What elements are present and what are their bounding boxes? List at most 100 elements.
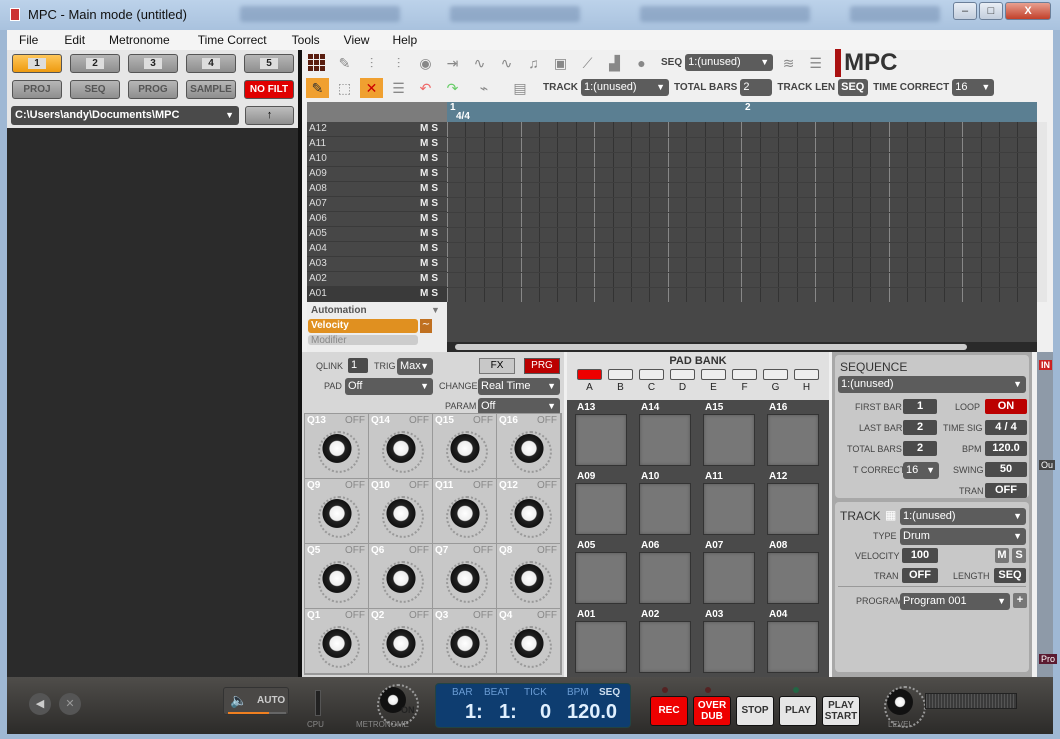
pad[interactable] <box>639 621 691 673</box>
curve-icon[interactable]: ∼ <box>420 319 432 333</box>
undo-icon[interactable]: ↶ <box>414 78 437 98</box>
pad[interactable] <box>767 552 819 604</box>
mute-button[interactable]: M <box>420 213 431 224</box>
volume-bar[interactable] <box>228 712 286 714</box>
tran-field[interactable]: OFF <box>985 483 1027 498</box>
mute-button[interactable]: M <box>420 123 431 134</box>
track-row[interactable]: A01 MS <box>307 287 447 302</box>
mute-button[interactable]: M <box>420 138 431 149</box>
play-start-button[interactable]: PLAY START <box>822 696 860 726</box>
prg-button[interactable]: PRG <box>524 358 560 374</box>
vertical-scrollbar[interactable] <box>1037 122 1047 302</box>
next-seq-icon[interactable]: ⇥ <box>441 53 464 73</box>
pad[interactable] <box>767 414 819 466</box>
music-note-icon[interactable]: ♫ <box>522 53 545 73</box>
bpm-field[interactable]: 120.0 <box>985 441 1027 456</box>
solo-button[interactable]: S <box>431 273 441 284</box>
audio-auto-button[interactable]: 🔈 AUTO <box>223 687 289 715</box>
loop-toggle[interactable]: ON <box>985 399 1027 414</box>
chevron-down-icon[interactable]: ▼ <box>431 305 440 315</box>
menu-tools[interactable]: Tools <box>267 33 320 47</box>
qlink-knob[interactable] <box>317 496 360 538</box>
mute-solo[interactable]: MS <box>420 213 441 224</box>
track-row[interactable]: A05 MS <box>307 227 447 242</box>
menu-edit[interactable]: Edit <box>38 33 85 47</box>
trig-select[interactable]: Max ▼ <box>397 358 433 375</box>
browser-tab-5[interactable]: 5 <box>244 54 294 73</box>
solo-button[interactable]: S <box>431 213 441 224</box>
mute-solo[interactable]: MS <box>420 138 441 149</box>
first-bar-field[interactable]: 1 <box>903 399 937 414</box>
sequence-select[interactable]: 1:(unused) ▼ <box>838 376 1026 393</box>
mute-button[interactable]: M <box>420 243 431 254</box>
prog-button[interactable]: PROG <box>128 80 178 99</box>
program-select[interactable]: Program 001 ▼ <box>900 593 1010 610</box>
filter-button[interactable]: NO FILT <box>244 80 294 99</box>
mute-solo[interactable]: MS <box>420 228 441 239</box>
track-mixer-icon[interactable]: ⫶ <box>387 53 410 73</box>
mute-icon[interactable]: ▣ <box>549 53 572 73</box>
seq-button[interactable]: SEQ <box>70 80 120 99</box>
track-row[interactable]: A11 MS <box>307 137 447 152</box>
qlink-knob[interactable] <box>509 431 552 473</box>
swing-field[interactable]: 50 <box>985 462 1027 477</box>
track-len-field[interactable]: SEQ <box>838 79 869 96</box>
change-select[interactable]: Real Time ▼ <box>478 378 560 395</box>
pad-bank-e[interactable] <box>701 369 726 380</box>
track-row[interactable]: A02 MS <box>307 272 447 287</box>
mute-button[interactable]: M <box>420 288 431 299</box>
path-select[interactable]: C:\Users\andy\Documents\MPC ▼ <box>11 106 239 125</box>
pad-bank-d[interactable] <box>670 369 695 380</box>
solo-button[interactable]: S <box>431 153 441 164</box>
solo-button[interactable]: S <box>431 258 441 269</box>
pad[interactable] <box>639 552 691 604</box>
solo-button[interactable]: S <box>431 288 441 299</box>
qlink-knob[interactable] <box>317 431 360 473</box>
grid-view-icon[interactable] <box>308 54 325 71</box>
mute-solo[interactable]: MS <box>420 273 441 284</box>
pad[interactable] <box>703 483 755 535</box>
eye-icon[interactable]: ◉ <box>414 53 437 73</box>
horizontal-scrollbar[interactable] <box>447 342 1037 352</box>
menu-time-correct[interactable]: Time Correct <box>170 33 267 47</box>
pad-bank-f[interactable] <box>732 369 757 380</box>
qlink-knob[interactable] <box>509 496 552 538</box>
add-program-button[interactable]: + <box>1013 593 1027 608</box>
qlink-knob[interactable] <box>509 626 552 668</box>
menu-file[interactable]: File <box>7 33 38 47</box>
mute-button[interactable]: M <box>420 258 431 269</box>
browser-tab-4[interactable]: 4 <box>186 54 236 73</box>
browser-tab-3[interactable]: 3 <box>128 54 178 73</box>
pad[interactable] <box>575 414 627 466</box>
qlink-knob[interactable] <box>445 496 488 538</box>
solo-button[interactable]: S <box>431 183 441 194</box>
track-row[interactable]: A10 MS <box>307 152 447 167</box>
audio-settings-icon[interactable]: ⌁ <box>468 78 500 98</box>
seq-select[interactable]: 1:(unused) ▼ <box>685 54 774 71</box>
stop-button[interactable]: STOP <box>736 696 774 726</box>
pad[interactable] <box>639 414 691 466</box>
event-grid[interactable] <box>447 122 1037 302</box>
mute-solo[interactable]: MS <box>420 243 441 254</box>
pad-select[interactable]: Off ▼ <box>345 378 433 395</box>
qlink-field[interactable]: 1 <box>348 358 368 373</box>
off-wave-icon[interactable]: ≋ <box>777 53 800 73</box>
sample-edit-icon[interactable]: ∿ <box>468 53 491 73</box>
solo-button[interactable]: S <box>431 138 441 149</box>
length-field[interactable]: SEQ <box>994 568 1026 583</box>
track-row[interactable]: A09 MS <box>307 167 447 182</box>
rec-button[interactable]: REC <box>650 696 688 726</box>
track-select[interactable]: 1:(unused) ▼ <box>581 79 669 96</box>
pad-bank-b[interactable] <box>608 369 633 380</box>
mute-solo[interactable]: MS <box>420 288 441 299</box>
pad[interactable] <box>575 483 627 535</box>
select-icon[interactable]: ⬚ <box>333 78 356 98</box>
up-folder-button[interactable]: ↑ <box>245 106 294 125</box>
overdub-button[interactable]: OVER DUB <box>693 696 731 726</box>
time-correct-select[interactable]: 16 ▼ <box>952 79 995 96</box>
solo-button[interactable]: S <box>1012 548 1026 563</box>
mute-button[interactable]: M <box>995 548 1009 563</box>
solo-button[interactable]: S <box>431 243 441 254</box>
mute-button[interactable]: M <box>420 183 431 194</box>
maximize-button[interactable]: □ <box>979 2 1003 20</box>
